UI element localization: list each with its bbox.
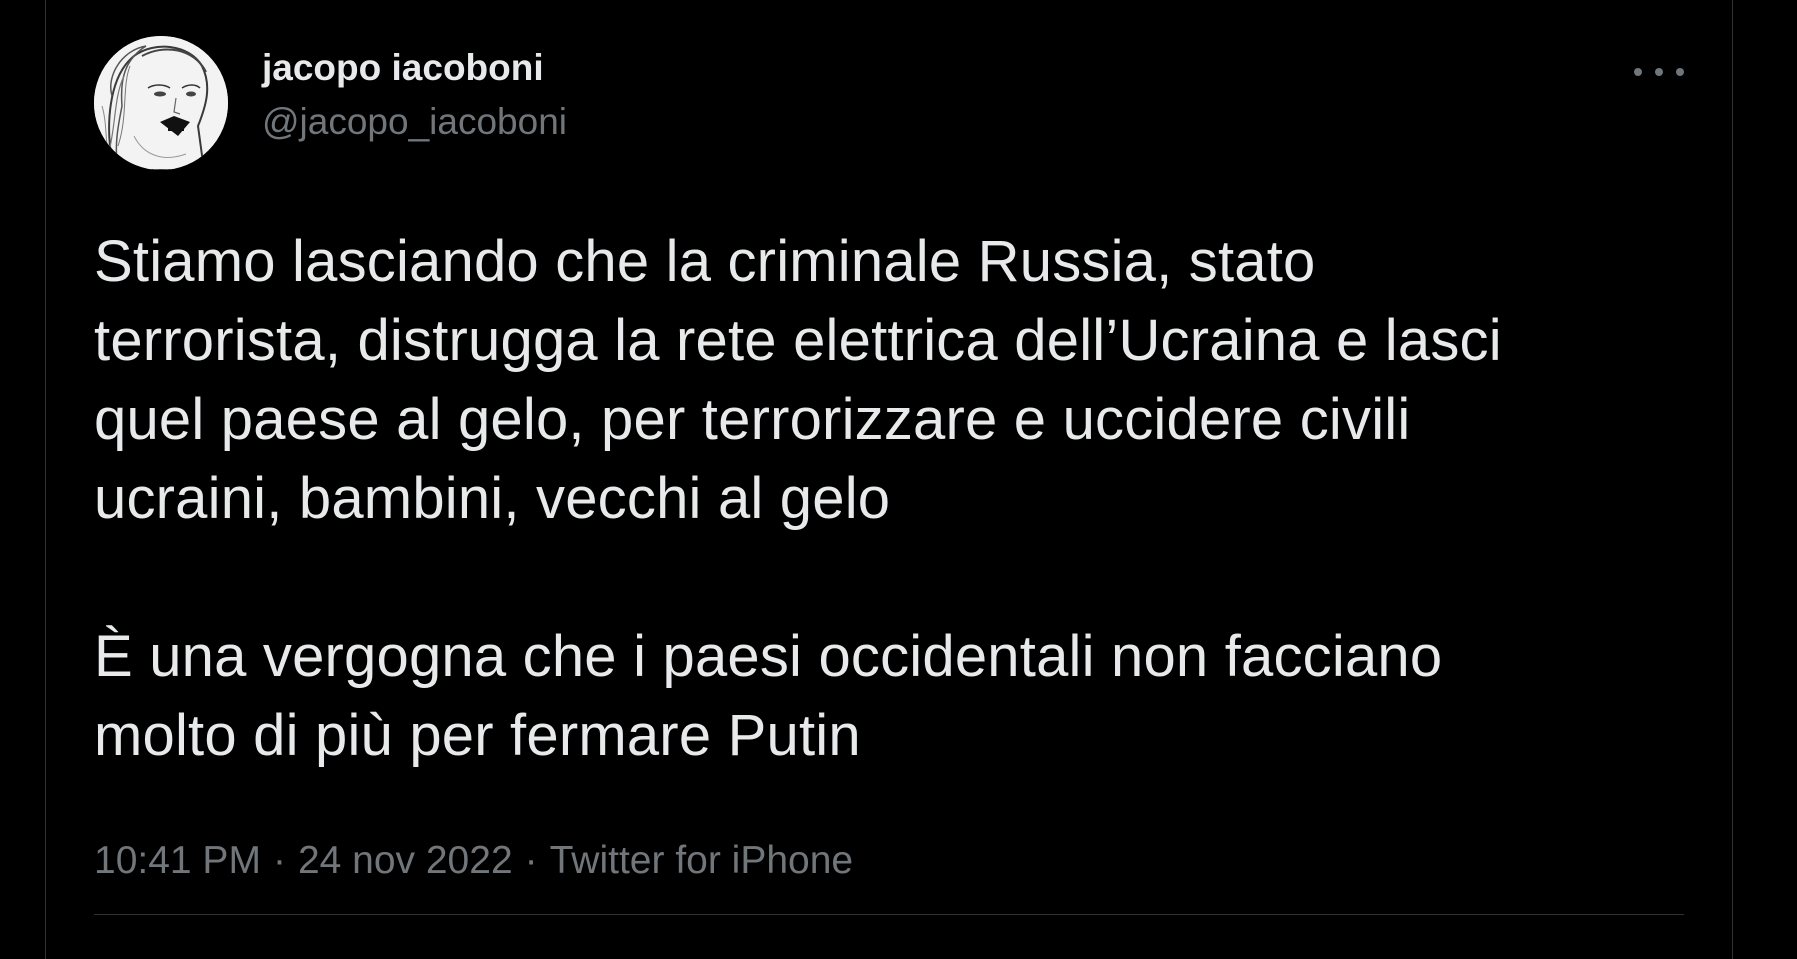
more-options-button[interactable] bbox=[1634, 60, 1684, 84]
tweet-metadata: 10:41 PM · 24 nov 2022 · Twitter for iPhone bbox=[94, 838, 853, 884]
tweet-card[interactable]: jacopo iacoboni @jacopo_iacoboni Stiamo … bbox=[94, 36, 1684, 882]
meta-separator: · bbox=[272, 839, 286, 882]
tweet-text: Stiamo lasciando che la criminale Russia… bbox=[94, 222, 1694, 775]
tweet-text-line: molto di più per fermare Putin bbox=[94, 703, 861, 768]
avatar[interactable] bbox=[94, 36, 228, 170]
more-horizontal-icon-dot bbox=[1676, 68, 1684, 76]
tweet-date[interactable]: 24 nov 2022 bbox=[298, 839, 513, 882]
tweet-time[interactable]: 10:41 PM bbox=[94, 839, 261, 882]
tweet-source[interactable]: Twitter for iPhone bbox=[550, 839, 853, 882]
column-border-right bbox=[1732, 0, 1733, 959]
tweet-text-line: È una vergogna che i paesi occidentali n… bbox=[94, 624, 1443, 689]
tweet-header: jacopo iacoboni @jacopo_iacoboni bbox=[94, 36, 1684, 172]
column-border-left bbox=[45, 0, 46, 959]
more-horizontal-icon-dot bbox=[1655, 68, 1663, 76]
author-handle[interactable]: @jacopo_iacoboni bbox=[262, 100, 567, 144]
meta-separator: · bbox=[524, 839, 538, 882]
tweet-text-line: Stiamo lasciando che la criminale Russia… bbox=[94, 229, 1316, 294]
sketch-portrait-avatar-icon bbox=[94, 36, 228, 170]
tweet-text-line: quel paese al gelo, per terrorizzare e u… bbox=[94, 387, 1411, 452]
divider bbox=[94, 914, 1684, 915]
author-names: jacopo iacoboni @jacopo_iacoboni bbox=[262, 46, 567, 144]
tweet-text-line: terrorista, distrugga la rete elettrica … bbox=[94, 308, 1502, 373]
tweet-text-line: ucraini, bambini, vecchi al gelo bbox=[94, 466, 891, 531]
author-display-name[interactable]: jacopo iacoboni bbox=[262, 46, 567, 90]
more-horizontal-icon bbox=[1634, 68, 1642, 76]
